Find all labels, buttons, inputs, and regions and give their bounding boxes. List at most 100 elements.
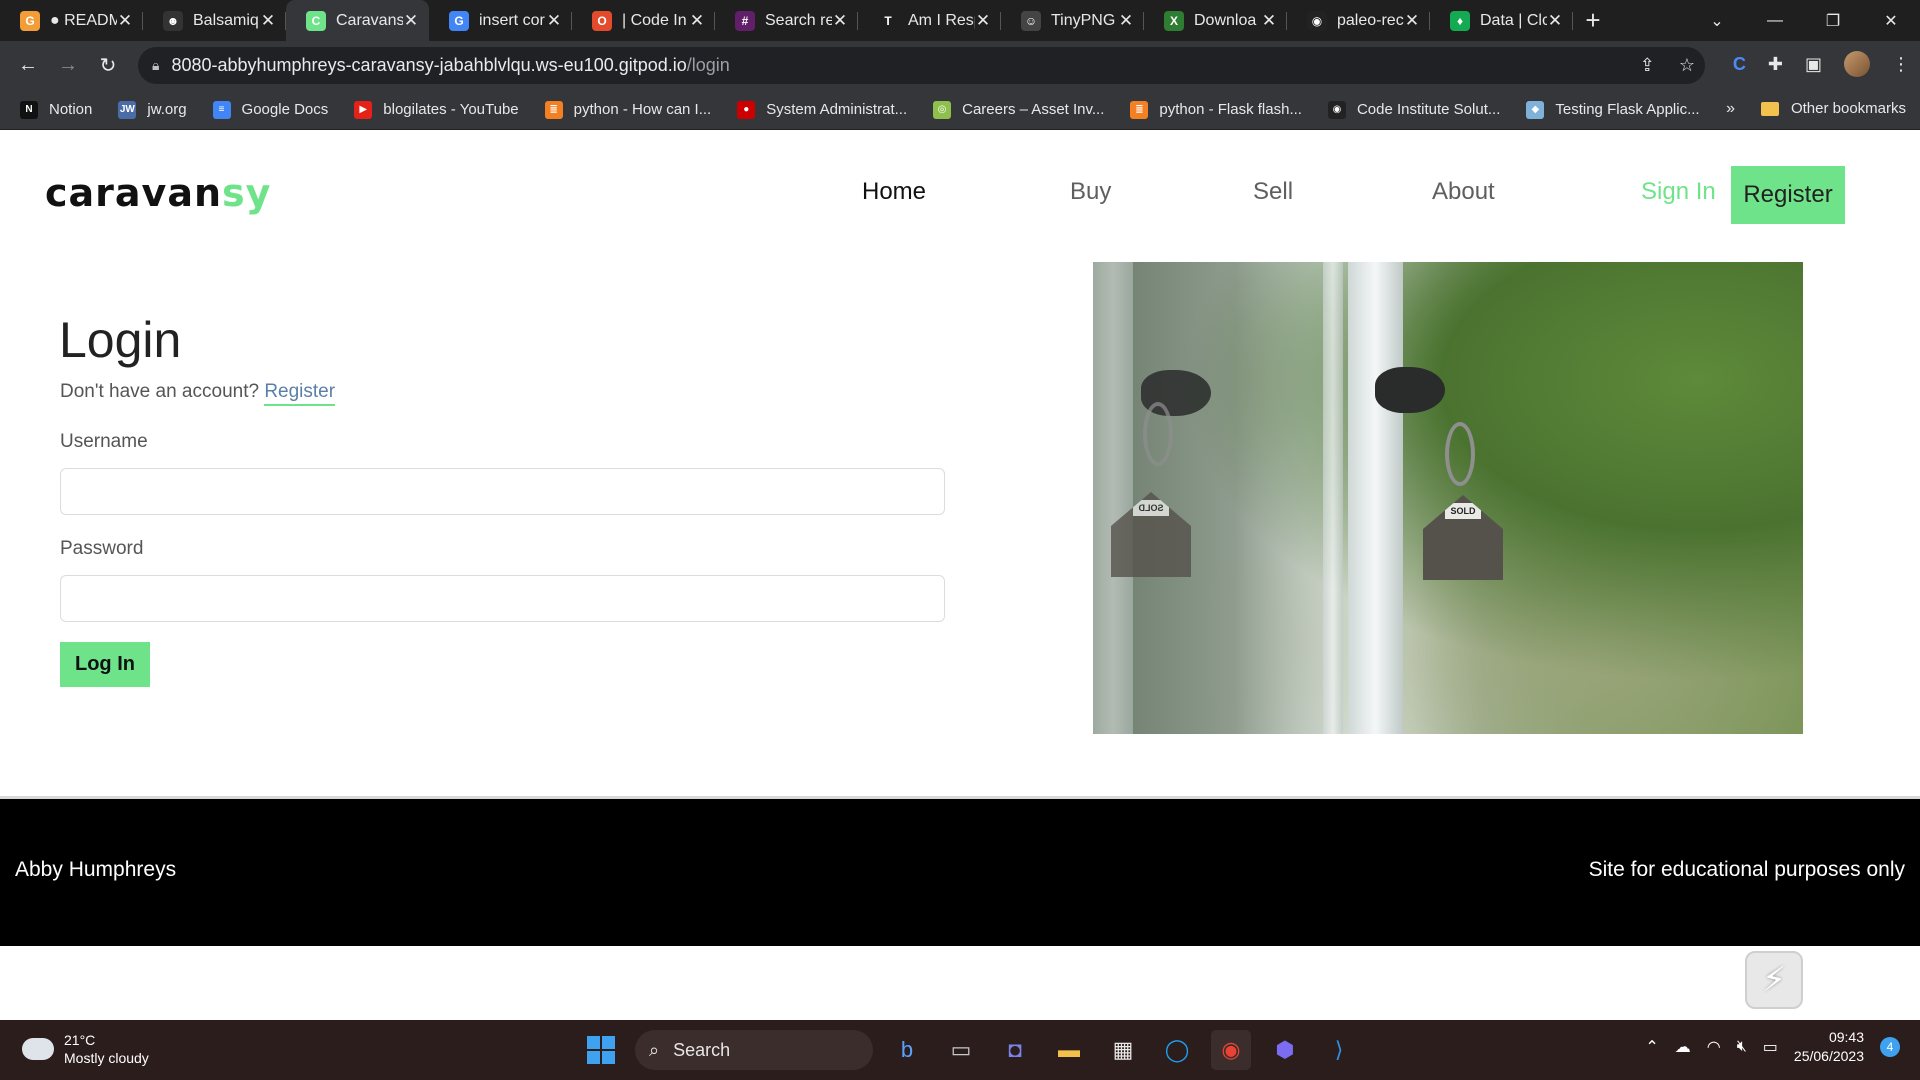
notification-badge[interactable]: 4	[1880, 1037, 1900, 1057]
bookmark-label: python - How can I...	[573, 101, 712, 118]
nav-sell[interactable]: Sell	[1253, 178, 1293, 206]
password-input[interactable]	[60, 575, 945, 622]
tray-overflow-chevron-icon[interactable]: ⌃	[1645, 1037, 1658, 1057]
clock[interactable]: 09:43 25/06/2023	[1794, 1028, 1864, 1066]
store-icon[interactable]: ▦	[1103, 1030, 1143, 1070]
tab-close-icon[interactable]: ✕	[1118, 11, 1134, 31]
site-logo[interactable]: caravansy	[45, 171, 271, 215]
wifi-icon[interactable]: ◠	[1707, 1037, 1721, 1057]
close-window-button[interactable]: ✕	[1862, 11, 1920, 31]
tab-close-icon[interactable]: ✕	[689, 11, 705, 31]
onedrive-cloud-icon[interactable]: ☁	[1675, 1037, 1691, 1057]
gitpod-extension-button[interactable]: ⚡︎	[1745, 951, 1803, 1009]
sign-in-link[interactable]: Sign In	[1641, 178, 1716, 206]
browser-tab[interactable]: X Downloa ✕	[1144, 0, 1287, 41]
extensions-puzzle-icon[interactable]: ✚	[1768, 54, 1783, 75]
logo-text-caravan: caravan	[45, 171, 223, 215]
bookmark-item[interactable]: ● System Administrat...	[737, 100, 907, 119]
file-explorer-icon[interactable]: ▬	[1049, 1030, 1089, 1070]
browser-tab[interactable]: O | Code In ✕	[572, 0, 715, 41]
tab-favicon-icon: C	[306, 10, 326, 31]
minimize-button[interactable]: —	[1746, 12, 1804, 30]
bookmark-favicon-icon: ◉	[1327, 100, 1346, 119]
profile-avatar[interactable]	[1844, 51, 1870, 77]
weather-desc: Mostly cloudy	[64, 1050, 149, 1066]
tab-title: insert cor	[479, 11, 545, 29]
tab-search-icon[interactable]: ⌄	[1688, 11, 1746, 31]
browser-tab[interactable]: C Caravans ✕	[286, 0, 429, 41]
menu-kebab-icon[interactable]: ⋮	[1892, 54, 1910, 75]
address-bar[interactable]: 🔒︎ 8080-abbyhumphreys-caravansy-jabahblv…	[138, 47, 1705, 84]
browser-tab[interactable]: ◉ paleo-rec ✕	[1287, 0, 1430, 41]
tab-close-icon[interactable]: ✕	[1261, 11, 1277, 31]
tab-favicon-icon: X	[1164, 10, 1184, 31]
browser-tab[interactable]: ♦ Data | Clc ✕	[1430, 0, 1573, 41]
browser-tab[interactable]: ☺ TinyPNG ✕	[1001, 0, 1144, 41]
bookmark-item[interactable]: ◆ Testing Flask Applic...	[1526, 100, 1700, 119]
bookmark-item[interactable]: ≡ Google Docs	[212, 100, 329, 119]
log-in-button[interactable]: Log In	[60, 642, 150, 687]
start-button[interactable]	[581, 1030, 621, 1070]
bing-icon[interactable]: b	[887, 1030, 927, 1070]
chrome-icon[interactable]: ◉	[1211, 1030, 1251, 1070]
url-path: /login	[686, 55, 730, 75]
weather-widget[interactable]: 21°C Mostly cloudy	[18, 1031, 149, 1067]
register-button[interactable]: Register	[1731, 166, 1845, 224]
tab-close-icon[interactable]: ✕	[260, 11, 276, 31]
bookmark-item[interactable]: JW jw.org	[118, 100, 187, 119]
bookmark-label: Google Docs	[241, 101, 329, 118]
nav-buy[interactable]: Buy	[1070, 178, 1111, 206]
tab-title: Caravans	[336, 11, 403, 29]
bookmark-item[interactable]: ◎ Careers – Asset Inv...	[933, 100, 1104, 119]
new-tab-button[interactable]: +	[1573, 5, 1613, 36]
bookmark-star-icon[interactable]: ☆	[1679, 55, 1695, 76]
tab-title: Data | Clc	[1480, 11, 1547, 29]
extension-icon[interactable]: C	[1733, 54, 1746, 75]
reload-icon[interactable]: ↻	[88, 53, 128, 78]
tab-close-icon[interactable]: ✕	[403, 11, 419, 31]
bookmark-item[interactable]: ≣ python - How can I...	[544, 100, 712, 119]
nav-about[interactable]: About	[1432, 178, 1495, 206]
tab-title: paleo-rec	[1337, 11, 1404, 29]
back-icon[interactable]: ←	[8, 54, 48, 77]
system-tray: ⌃ ☁ ◠ 🔇︎ ▭ 09:43 25/06/2023 4	[1645, 1028, 1900, 1066]
other-bookmarks[interactable]: Other bookmarks	[1760, 100, 1906, 117]
tab-close-icon[interactable]: ✕	[546, 11, 562, 31]
tab-title: TinyPNG	[1051, 11, 1116, 29]
browser-tab[interactable]: T Am I Resp✕	[858, 0, 1001, 41]
os-taskbar: 21°C Mostly cloudy ⌕ Search b ▭ ◘ ▬ ▦ ◯ …	[0, 1020, 1920, 1080]
bookmarks-overflow-icon[interactable]: »	[1726, 100, 1735, 118]
browser-tab[interactable]: # Search re ✕	[715, 0, 858, 41]
register-link[interactable]: Register	[264, 381, 336, 406]
task-view-icon[interactable]: ▭	[941, 1030, 981, 1070]
power-automate-icon[interactable]: ⬢	[1265, 1030, 1305, 1070]
username-input[interactable]	[60, 468, 945, 515]
tab-close-icon[interactable]: ✕	[975, 11, 991, 31]
lock-icon[interactable]: 🔒︎	[152, 57, 159, 74]
teams-chat-icon[interactable]: ◘	[995, 1030, 1035, 1070]
bookmark-item[interactable]: ◉ Code Institute Solut...	[1327, 100, 1500, 119]
tab-close-icon[interactable]: ✕	[1404, 11, 1420, 31]
browser-tab[interactable]: G ● READM ✕	[0, 0, 143, 41]
battery-icon[interactable]: ▭	[1763, 1037, 1778, 1057]
bookmark-item[interactable]: N Notion	[20, 100, 92, 119]
tab-close-icon[interactable]: ✕	[117, 11, 133, 31]
vscode-icon[interactable]: ⟩	[1319, 1030, 1359, 1070]
volume-muted-icon[interactable]: 🔇︎	[1737, 1038, 1747, 1056]
browser-tab[interactable]: ☻ Balsamiq ✕	[143, 0, 286, 41]
side-panel-icon[interactable]: ▣	[1805, 54, 1822, 75]
tab-close-icon[interactable]: ✕	[832, 11, 848, 31]
share-icon[interactable]: ⇪	[1640, 55, 1655, 76]
tab-close-icon[interactable]: ✕	[1547, 11, 1563, 31]
browser-tab[interactable]: Ginsert cor ✕	[429, 0, 572, 41]
page-content: caravansy Home Buy Sell About Sign In Re…	[0, 131, 1920, 1020]
cortana-icon[interactable]: ◯	[1157, 1030, 1197, 1070]
tab-title: Balsamiq	[193, 11, 259, 29]
restore-button[interactable]: ❐	[1804, 11, 1862, 31]
forward-icon[interactable]: →	[48, 54, 88, 77]
nav-home[interactable]: Home	[862, 178, 926, 206]
taskbar-search[interactable]: ⌕ Search	[635, 1030, 873, 1070]
bookmark-item[interactable]: ≣ python - Flask flash...	[1130, 100, 1302, 119]
bookmark-label: Testing Flask Applic...	[1555, 101, 1700, 118]
bookmark-item[interactable]: ▶ blogilates - YouTube	[354, 100, 519, 119]
